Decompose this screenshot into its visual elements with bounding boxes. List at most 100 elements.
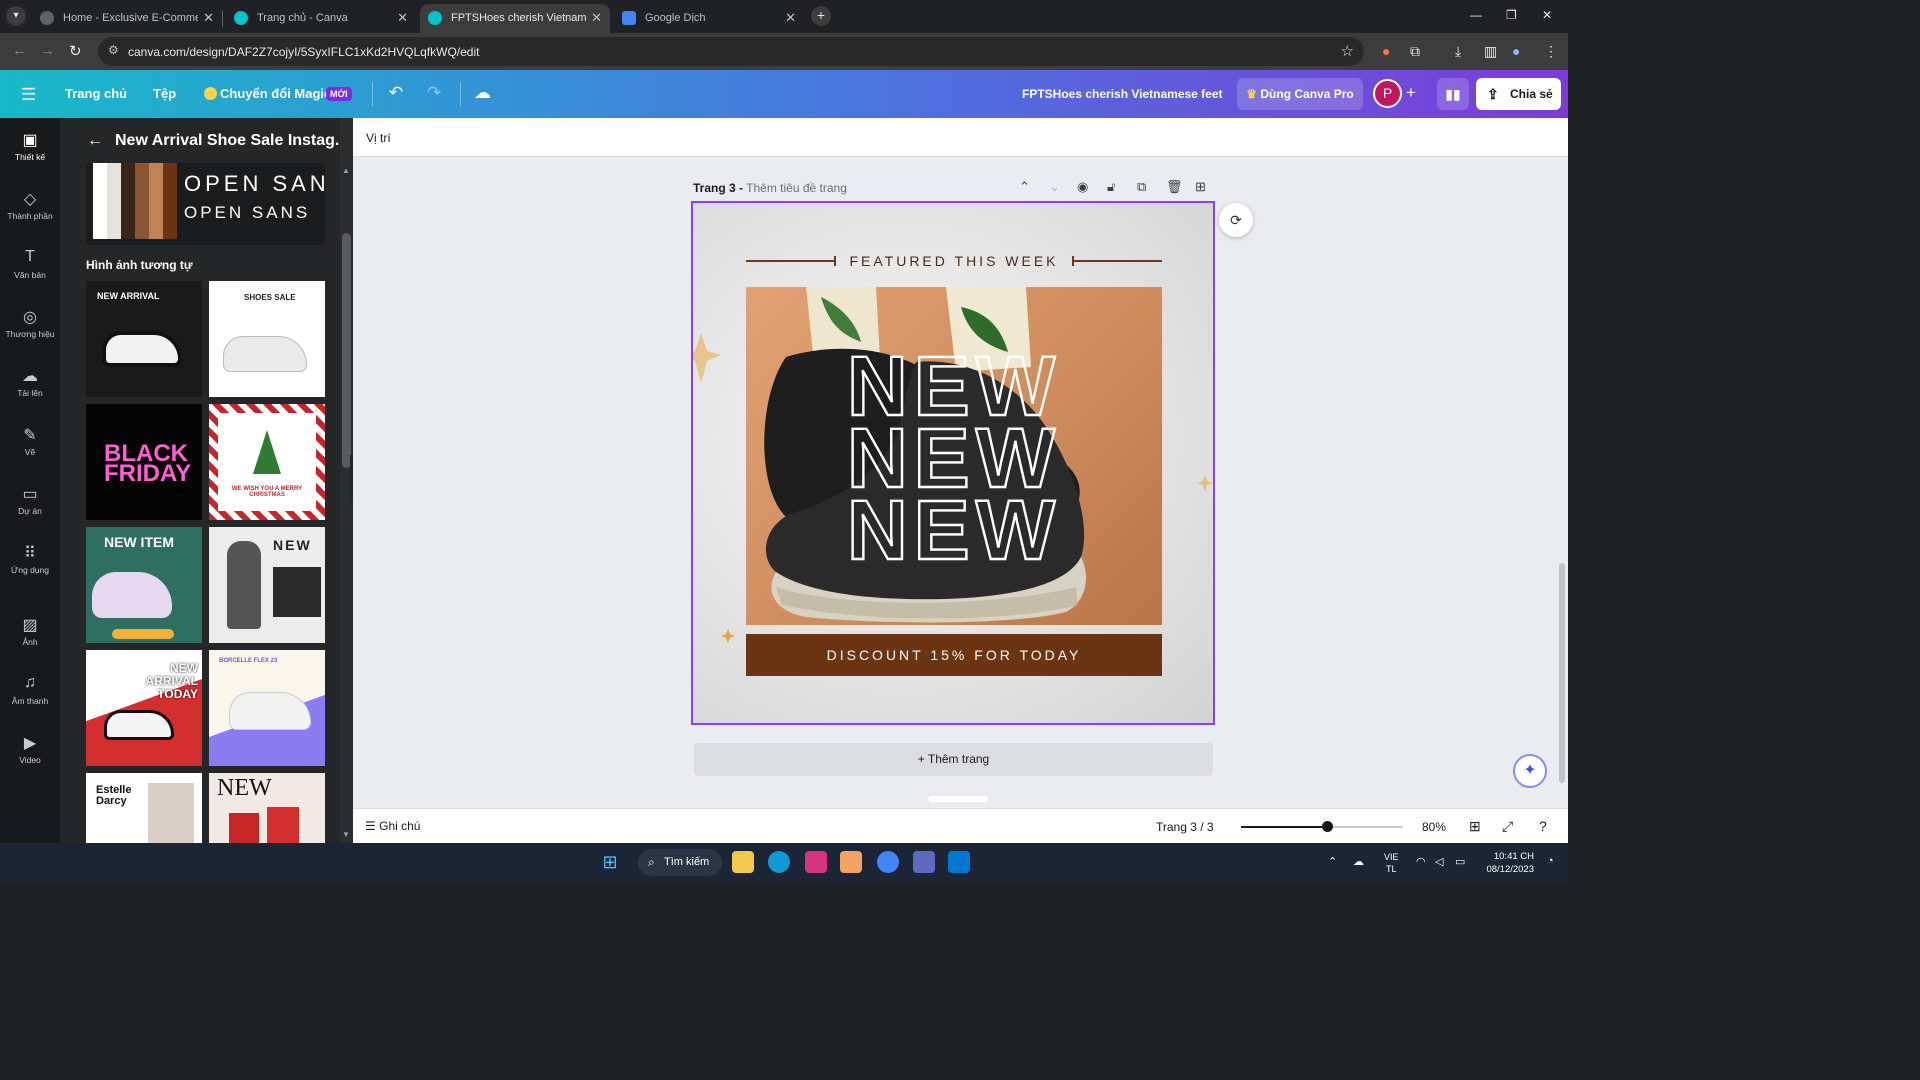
reload-icon[interactable]: ↻ (69, 42, 82, 60)
close-icon[interactable]: ✕ (785, 10, 796, 26)
rail-item-brand[interactable]: ◎ Thương hiệu (0, 295, 60, 353)
input-language[interactable]: VIE TL (1384, 851, 1399, 875)
template-thumbnail[interactable]: NEW (209, 773, 325, 843)
notes-button[interactable]: ☰ Ghi chú (365, 819, 420, 833)
wifi-icon[interactable]: ◠ (1416, 855, 1426, 868)
rail-item-elements[interactable]: ◇ Thành phần (0, 177, 60, 235)
url-field[interactable]: ⚙ canva.com/design/DAF2Z7cojyI/5SyxIFLC1… (98, 37, 1364, 66)
file-explorer-icon[interactable] (732, 851, 754, 873)
minimize-icon[interactable]: — (1470, 8, 1482, 22)
nav-file[interactable]: Tệp (153, 86, 176, 101)
hide-page-icon[interactable]: ◉ (1077, 179, 1088, 195)
magic-assistant-icon[interactable]: ✦ (1513, 754, 1547, 788)
template-thumbnail[interactable]: BLACK FRIDAY (86, 404, 202, 520)
nav-home[interactable]: Trang chủ (65, 86, 127, 101)
notification-bell-icon[interactable]: ◔ (1547, 855, 1554, 867)
site-info-icon[interactable]: ⚙ (108, 43, 119, 57)
grid-view-icon[interactable]: ⊞ (1469, 818, 1481, 835)
browser-tab[interactable]: Home - Exclusive E-Commerce ✕ (32, 4, 222, 33)
template-thumbnail[interactable]: BORCELLE FLEX 23 (209, 650, 325, 766)
featured-row[interactable]: FEATURED THIS WEEK (746, 252, 1162, 272)
browser-tab[interactable]: Trang chủ - Canva ✕ (226, 4, 416, 33)
close-window-icon[interactable]: ✕ (1542, 8, 1552, 22)
undo-icon[interactable]: ↶ (389, 83, 403, 103)
delete-page-icon[interactable]: 🗑︎ (1166, 179, 1183, 195)
document-title[interactable]: FPTSHoes cherish Vietnamese feet (1022, 87, 1223, 101)
side-panel-icon[interactable]: ▥ (1484, 43, 1497, 60)
vscode-icon[interactable] (948, 851, 970, 873)
add-page-button[interactable]: + Thêm trang (694, 743, 1213, 776)
extension-icon[interactable]: ● (1382, 43, 1390, 59)
forward-icon[interactable]: → (40, 42, 55, 59)
rail-item-video[interactable]: ▶ Video (0, 721, 60, 779)
app-icon[interactable] (840, 851, 862, 873)
template-thumbnail[interactable]: WE WISH YOU A MERRY CHRISTMAS (209, 404, 325, 520)
menu-icon[interactable]: ☰ (21, 85, 36, 105)
more-options-icon[interactable]: ⋮ (1544, 43, 1558, 60)
windows-start-icon[interactable]: ⊞ (599, 851, 621, 873)
lock-icon[interactable]: 🔓︎ (1107, 179, 1115, 195)
template-thumbnail[interactable]: NEW ARRIVAL TODAY (86, 650, 202, 766)
canva-pro-button[interactable]: ♛ Dùng Canva Pro (1237, 78, 1363, 110)
back-icon[interactable]: ← (12, 42, 27, 59)
design-canvas[interactable]: FEATURED THIS WEEK NEW NEW NEW DISCOUNT … (691, 201, 1215, 725)
page-title-input[interactable]: Thêm tiêu đề trang (746, 181, 847, 195)
system-clock[interactable]: 10:41 CH 08/12/2023 (1478, 850, 1534, 876)
zoom-slider[interactable] (1241, 821, 1403, 832)
discount-banner[interactable]: DISCOUNT 15% FOR TODAY (746, 634, 1162, 676)
browser-tab[interactable]: Google Dịch ✕ (614, 4, 804, 33)
sneaker-photo[interactable]: NEW NEW NEW (746, 287, 1162, 625)
position-button[interactable]: Vị trí (366, 131, 391, 145)
template-thumbnail[interactable]: NEW (209, 527, 325, 643)
scroll-down-icon[interactable]: ▼ (342, 830, 350, 839)
new-tab-button[interactable]: + (811, 6, 831, 26)
duplicate-page-icon[interactable]: ⧉ (1137, 179, 1146, 195)
close-icon[interactable]: ✕ (203, 10, 214, 26)
taskbar-search[interactable]: ⌕ Tìm kiếm (638, 849, 722, 876)
fullscreen-icon[interactable]: ⤢ (1502, 818, 1513, 835)
redo-icon[interactable]: ↷ (427, 83, 441, 103)
rail-item-photos[interactable]: ▨ Ảnh (0, 603, 60, 661)
insights-chart-icon[interactable]: ▮▮ (1437, 78, 1469, 110)
zoom-level[interactable]: 80% (1422, 820, 1446, 834)
zoom-slider-handle[interactable] (1321, 821, 1333, 832)
scroll-up-icon[interactable]: ▲ (342, 166, 350, 175)
avatar[interactable]: P (1373, 79, 1402, 108)
template-thumbnail[interactable]: NEW ITEM (86, 527, 202, 643)
template-thumbnail[interactable]: NEW ARRIVAL (86, 281, 202, 397)
scroll-thumb[interactable] (1559, 563, 1565, 783)
move-up-icon[interactable]: ⌃ (1019, 179, 1030, 195)
browser-tab-active[interactable]: FPTSHoes cherish Vietnamese feet ✕ (420, 4, 610, 33)
extensions-puzzle-icon[interactable]: ⧉ (1410, 43, 1420, 60)
bookmark-star-icon[interactable]: ☆ (1341, 42, 1354, 60)
help-icon[interactable]: ? (1539, 818, 1547, 834)
canvas-vertical-scrollbar[interactable] (1556, 158, 1568, 803)
add-collaborator-icon[interactable]: + (1406, 83, 1416, 103)
close-icon[interactable]: ✕ (591, 10, 602, 26)
battery-icon[interactable]: ▭ (1455, 855, 1465, 868)
rail-item-text[interactable]: T Văn bản (0, 236, 60, 294)
rail-item-audio[interactable]: ♫ Âm thanh (0, 662, 60, 720)
tray-app-icon[interactable]: ☁ (1353, 855, 1364, 868)
close-icon[interactable]: ✕ (397, 10, 408, 26)
canvas-horizontal-scrollbar[interactable] (353, 795, 1556, 805)
regenerate-icon[interactable]: ⟳ (1219, 203, 1253, 237)
volume-icon[interactable]: ◁ (1435, 855, 1443, 868)
app-icon[interactable] (805, 851, 827, 873)
chrome-icon[interactable] (877, 851, 899, 873)
back-arrow-icon[interactable]: ← (87, 132, 103, 150)
style-card[interactable]: OPEN SANS OPEN SANS (86, 163, 325, 245)
tray-chevron-icon[interactable]: ⌃ (1328, 855, 1337, 868)
template-thumbnail[interactable]: Estelle Darcy (86, 773, 202, 843)
restore-icon[interactable]: ❐ (1506, 8, 1517, 22)
scroll-thumb[interactable] (928, 796, 988, 802)
move-down-icon[interactable]: ⌄ (1049, 179, 1060, 195)
rail-item-upload[interactable]: ☁ Tải lên (0, 354, 60, 412)
page-indicator[interactable]: Trang 3 / 3 (1156, 820, 1214, 834)
rail-item-design[interactable]: ▣ Thiết kế (0, 118, 60, 176)
rail-item-projects[interactable]: ▭ Dự án (0, 472, 60, 530)
template-thumbnail[interactable]: SHOES SALE (209, 281, 325, 397)
app-icon[interactable] (913, 851, 935, 873)
rail-item-apps[interactable]: ⠿ Ứng dụng (0, 531, 60, 589)
rail-item-draw[interactable]: ✎ Vẽ (0, 413, 60, 471)
